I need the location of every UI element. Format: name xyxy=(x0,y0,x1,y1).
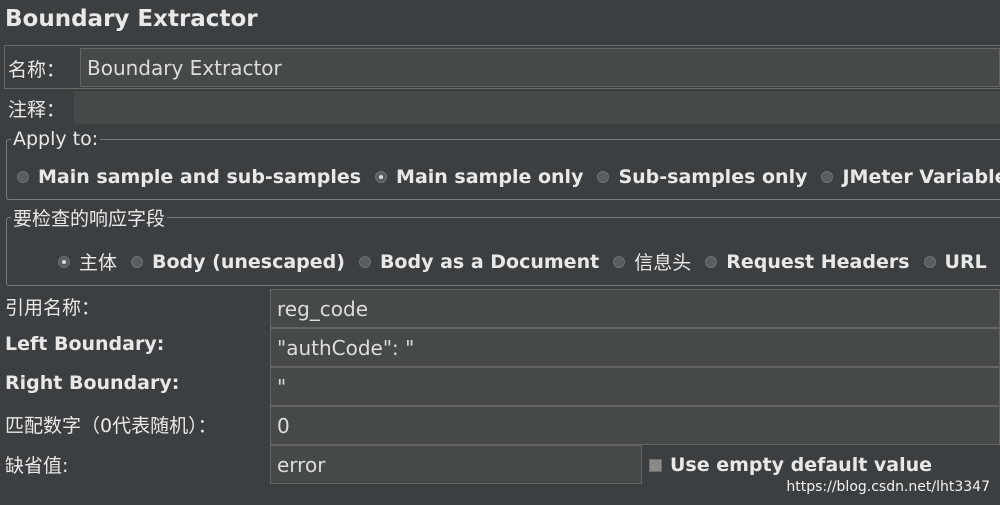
option-label: Body (unescaped) xyxy=(152,250,345,273)
apply-to-legend: Apply to: xyxy=(13,128,99,150)
response-field-legend: 要检查的响应字段 xyxy=(13,208,166,230)
option-label: 主体 xyxy=(79,252,118,274)
radio-button-selected[interactable] xyxy=(375,171,388,183)
match-no-label: 匹配数字（0代表随机）： xyxy=(5,415,217,437)
response-field-option-url[interactable]: URL xyxy=(923,250,987,273)
radio-button[interactable] xyxy=(705,255,718,268)
default-value-label: 缺省值: xyxy=(5,455,69,477)
radio-button-selected[interactable] xyxy=(58,255,70,268)
apply-to-options: Main sample and sub-samples Main sample … xyxy=(17,166,1000,188)
response-field-option-body-document[interactable]: Body as a Document xyxy=(358,250,600,273)
radio-button[interactable] xyxy=(358,255,371,268)
response-field-option-request-headers[interactable]: Request Headers xyxy=(705,250,910,273)
option-label: JMeter Variable Na xyxy=(842,166,1000,188)
response-field-option-body[interactable]: 主体 xyxy=(58,248,117,275)
option-label: Main sample only xyxy=(396,166,584,188)
watermark: https://blog.csdn.net/lht3347 xyxy=(786,479,990,495)
radio-button[interactable] xyxy=(17,171,29,183)
option-label: 信息头 xyxy=(634,252,692,274)
default-value-input[interactable]: error xyxy=(270,445,642,484)
radio-button[interactable] xyxy=(821,171,834,183)
match-no-input[interactable]: 0 xyxy=(270,406,1000,445)
radio-button[interactable] xyxy=(597,171,610,183)
response-field-option-body-unescaped[interactable]: Body (unescaped) xyxy=(131,251,345,273)
apply-to-option-sub-only[interactable]: Sub-samples only xyxy=(597,166,807,188)
radio-button[interactable] xyxy=(131,255,144,268)
ref-name-label: 引用名称： xyxy=(5,297,101,319)
left-boundary-label: Left Boundary: xyxy=(5,333,165,355)
use-empty-default-label: Use empty default value xyxy=(670,454,933,476)
left-boundary-input[interactable]: "authCode": " xyxy=(270,328,1000,367)
apply-to-group: Apply to: xyxy=(6,128,1000,200)
option-label: Request Headers xyxy=(726,250,910,273)
right-boundary-label: Right Boundary: xyxy=(5,372,180,394)
use-empty-default-checkbox[interactable] xyxy=(649,458,662,472)
radio-button[interactable] xyxy=(923,255,936,268)
apply-to-option-jmeter-variable[interactable]: JMeter Variable Na xyxy=(821,166,1000,188)
apply-to-option-main-only[interactable]: Main sample only xyxy=(375,166,583,188)
option-label: URL xyxy=(944,250,987,273)
comment-input[interactable] xyxy=(74,91,1000,124)
apply-to-option-main-and-sub[interactable]: Main sample and sub-samples xyxy=(17,166,361,188)
radio-button[interactable] xyxy=(613,255,626,268)
name-label: 名称： xyxy=(8,59,66,81)
comment-label: 注释： xyxy=(8,99,66,121)
name-input[interactable]: Boundary Extractor xyxy=(80,48,1000,87)
ref-name-input[interactable]: reg_code xyxy=(270,289,1000,328)
option-label: Main sample and sub-samples xyxy=(38,166,362,188)
response-field-options: 主体 Body (unescaped) Body as a Document 信… xyxy=(58,248,1000,275)
right-boundary-input[interactable]: " xyxy=(270,367,1000,406)
page-title: Boundary Extractor xyxy=(5,6,258,32)
option-label: Body as a Document xyxy=(379,250,600,273)
option-label: Sub-samples only xyxy=(618,166,808,188)
use-empty-default-checkbox-row[interactable]: Use empty default value xyxy=(649,454,932,476)
response-field-option-headers[interactable]: 信息头 xyxy=(613,248,691,275)
